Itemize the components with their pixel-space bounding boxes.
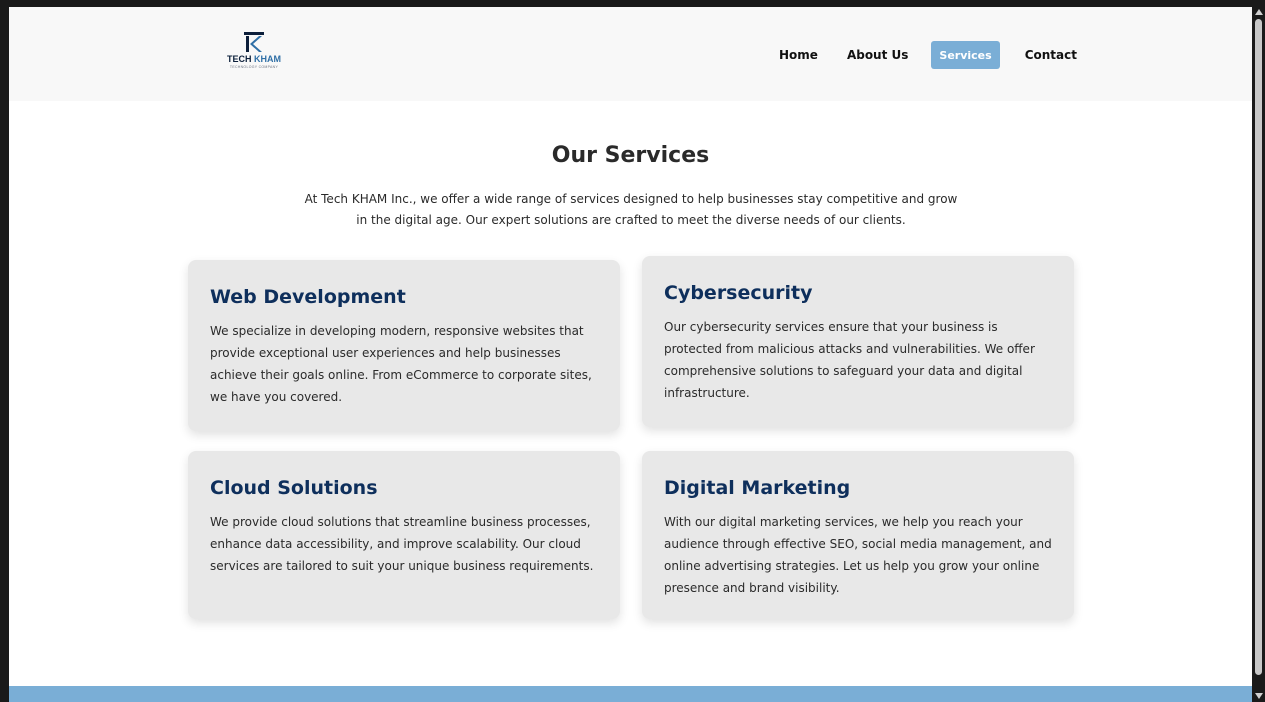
intro-text: At Tech KHAM Inc., we offer a wide range… [304, 192, 958, 227]
vertical-scrollbar[interactable] [1252, 7, 1265, 702]
site-header: TECH KHAM TECHNOLOGY COMPANY Home About … [9, 7, 1252, 101]
logo-tagline: TECHNOLOGY COMPANY [229, 65, 279, 69]
nav-home[interactable]: Home [771, 41, 826, 69]
service-card-web-development: Web Development We specialize in develop… [188, 260, 620, 431]
nav-contact[interactable]: Contact [1017, 41, 1085, 69]
service-card-text: With our digital marketing services, we … [664, 515, 1052, 595]
nav-about-us[interactable]: About Us [839, 41, 916, 69]
scroll-down-arrow-icon[interactable] [1255, 693, 1263, 699]
service-card-cybersecurity: Cybersecurity Our cybersecurity services… [642, 256, 1074, 427]
footer-bar [9, 686, 1252, 702]
service-card-text: We specialize in developing modern, resp… [210, 324, 592, 404]
logo-k-icon [244, 32, 264, 52]
logo[interactable]: TECH KHAM TECHNOLOGY COMPANY [218, 31, 290, 77]
page-title: Our Services [551, 143, 710, 168]
scrollbar-thumb[interactable] [1255, 19, 1262, 675]
service-card-text: Our cybersecurity services ensure that y… [664, 320, 1035, 400]
logo-text-main: TECH [226, 54, 252, 64]
service-card-title: Web Development [210, 286, 406, 308]
main-nav: Home About Us Services Contact [771, 41, 1085, 69]
service-card-digital-marketing: Digital Marketing With our digital marke… [642, 451, 1074, 619]
logo-text: TECH KHAM [227, 54, 281, 64]
scroll-up-arrow-icon[interactable] [1255, 9, 1263, 15]
nav-services[interactable]: Services [931, 41, 1000, 69]
browser-viewport: TECH KHAM TECHNOLOGY COMPANY Home About … [9, 7, 1252, 702]
service-card-title: Cloud Solutions [210, 477, 378, 499]
service-card-title: Digital Marketing [664, 477, 851, 499]
service-card-cloud-solutions: Cloud Solutions We provide cloud solutio… [188, 451, 620, 619]
service-card-text: We provide cloud solutions that streamli… [210, 515, 594, 573]
logo-text-accent: KHAM [254, 54, 281, 64]
service-card-title: Cybersecurity [664, 282, 813, 304]
